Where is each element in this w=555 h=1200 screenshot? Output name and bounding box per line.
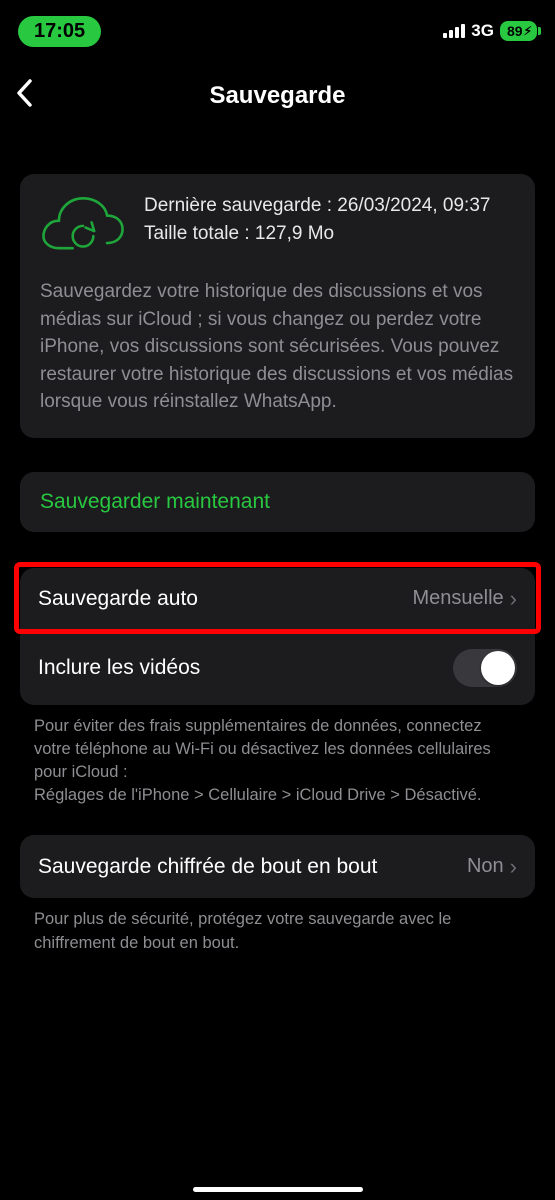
battery-percent: 89	[507, 23, 523, 39]
cloud-backup-icon	[40, 194, 126, 262]
e2e-encryption-label: Sauvegarde chiffrée de bout en bout	[38, 853, 455, 880]
signal-strength-icon	[443, 24, 465, 38]
chevron-right-icon: ›	[510, 854, 517, 880]
backup-info-card: Dernière sauvegarde : 26/03/2024, 09:37 …	[20, 174, 535, 438]
chevron-right-icon: ›	[510, 586, 517, 612]
e2e-encryption-row[interactable]: Sauvegarde chiffrée de bout en bout Non …	[20, 835, 535, 898]
network-label: 3G	[471, 21, 494, 41]
auto-backup-row[interactable]: Sauvegarde auto Mensuelle ›	[20, 568, 535, 630]
toggle-knob	[481, 651, 515, 685]
status-bar: 17:05 3G 89⚡︎	[0, 0, 555, 50]
page-title: Sauvegarde	[209, 82, 345, 110]
settings-group-1: Sauvegarde auto Mensuelle › Inclure les …	[20, 568, 535, 705]
status-right: 3G 89⚡︎	[443, 21, 537, 41]
home-indicator[interactable]	[193, 1187, 363, 1192]
include-videos-label: Inclure les vidéos	[38, 656, 200, 680]
e2e-encryption-value: Non	[467, 855, 504, 878]
charging-icon: ⚡︎	[524, 24, 532, 38]
backup-now-button[interactable]: Sauvegarder maintenant	[20, 472, 535, 532]
backup-description: Sauvegardez votre historique des discuss…	[40, 278, 515, 416]
chevron-left-icon	[16, 79, 32, 107]
backup-now-label: Sauvegarder maintenant	[40, 490, 270, 513]
status-time: 17:05	[18, 16, 101, 47]
include-videos-toggle[interactable]	[453, 649, 517, 687]
last-backup-line: Dernière sauvegarde : 26/03/2024, 09:37	[144, 192, 490, 220]
auto-backup-value: Mensuelle	[413, 587, 504, 610]
e2e-footer: Pour plus de sécurité, protégez votre sa…	[20, 898, 535, 954]
settings-group-2: Sauvegarde chiffrée de bout en bout Non …	[20, 835, 535, 898]
data-usage-footer: Pour éviter des frais supplémentaires de…	[20, 705, 535, 807]
back-button[interactable]	[8, 75, 40, 117]
battery-indicator: 89⚡︎	[500, 21, 537, 41]
include-videos-row: Inclure les vidéos	[20, 630, 535, 705]
auto-backup-label: Sauvegarde auto	[38, 587, 198, 611]
nav-header: Sauvegarde	[0, 76, 555, 116]
total-size-line: Taille totale : 127,9 Mo	[144, 220, 490, 248]
